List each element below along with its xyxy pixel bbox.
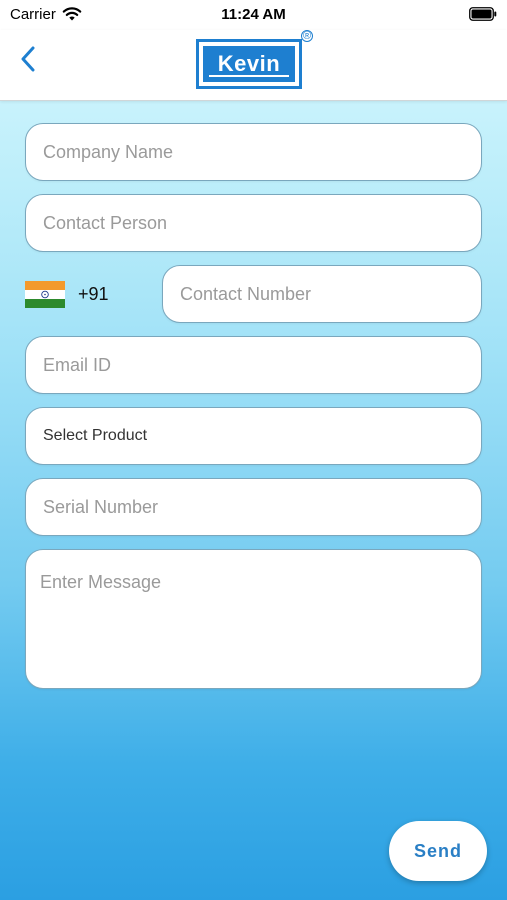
chevron-left-icon [21,46,35,72]
contact-person-input[interactable] [43,212,464,234]
email-input[interactable] [43,354,464,376]
product-select-label: Select Product [43,427,148,444]
country-code[interactable]: +91 [78,284,109,305]
contact-number-input[interactable] [180,283,464,305]
contact-number-field[interactable] [162,265,482,323]
back-button[interactable] [12,43,44,75]
nav-bar: Kevin ® [0,30,507,101]
registered-mark: ® [301,30,313,42]
status-bar: Carrier 11:24 AM [0,0,507,30]
company-name-field[interactable] [25,123,482,181]
india-flag-icon[interactable] [25,281,65,308]
serial-number-field[interactable] [25,478,482,536]
brand-logo-text: Kevin [203,46,295,82]
status-time: 11:24 AM [221,6,286,23]
message-textarea[interactable] [40,572,464,672]
company-name-input[interactable] [43,141,464,163]
battery-icon [469,7,497,21]
email-field[interactable] [25,336,482,394]
serial-number-input[interactable] [43,496,464,518]
product-select[interactable]: Select Product [25,407,482,465]
brand-logo: Kevin [196,39,302,89]
send-button[interactable]: Send [389,821,487,881]
message-field[interactable] [25,549,482,689]
contact-person-field[interactable] [25,194,482,252]
